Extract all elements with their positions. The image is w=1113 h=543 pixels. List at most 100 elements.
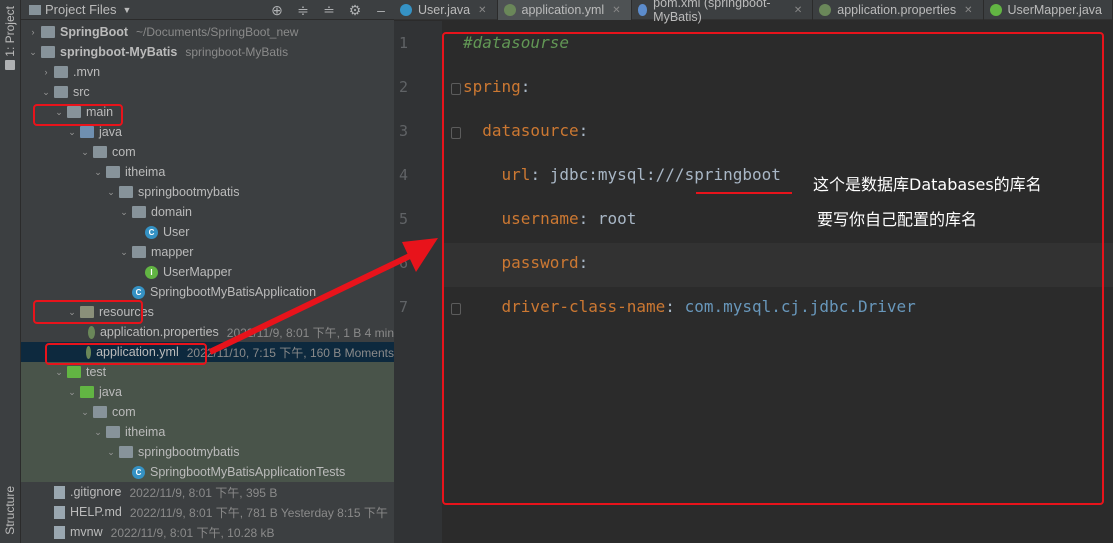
tree-item-label: mvnw	[70, 525, 103, 539]
chevron-icon[interactable]: ⌄	[66, 127, 78, 138]
highlight-resources-folder	[33, 300, 143, 324]
tree-item-label: itheima	[125, 165, 166, 179]
structure-tool-button[interactable]: Structure	[3, 486, 17, 535]
chevron-icon[interactable]: ⌄	[118, 207, 130, 218]
folder-icon	[132, 246, 146, 258]
file-icon	[54, 525, 65, 539]
tab-label: application.yml	[521, 3, 605, 17]
folder-icon	[106, 426, 120, 438]
editor-tab[interactable]: application.properties ✕	[813, 0, 984, 20]
editor-tabs: User.java ✕ application.yml ✕ pom.xml (sprin…	[394, 0, 1113, 24]
chevron-icon[interactable]: ⌄	[118, 247, 130, 258]
tree-item[interactable]: ⌄ test	[21, 362, 394, 382]
folder-icon	[119, 446, 133, 458]
tree-item-label: .mvn	[73, 65, 101, 79]
folder-icon	[80, 126, 94, 138]
line-gutter	[394, 21, 442, 543]
tree-item[interactable]: C SpringbootMyBatisApplicationTests	[21, 462, 394, 482]
close-icon[interactable]: ✕	[478, 5, 486, 16]
tree-item[interactable]: ⌄ springboot-MyBatis springboot-MyBatis	[21, 42, 394, 62]
tree-item-label: UserMapper	[163, 265, 232, 279]
line-number: 5	[398, 210, 408, 228]
expand-all-icon[interactable]: ≐	[316, 2, 342, 19]
tree-item[interactable]: ⌄ src	[21, 82, 394, 102]
chevron-icon[interactable]: ⌄	[66, 387, 78, 398]
tree-item[interactable]: › .mvn	[21, 62, 394, 82]
chevron-icon[interactable]: ⌄	[53, 367, 65, 378]
spring-leaf-icon	[87, 325, 95, 339]
project-view-selector[interactable]: Project Files	[45, 2, 117, 17]
highlight-main-folder	[33, 104, 123, 126]
tree-item-label: test	[86, 365, 107, 379]
chevron-icon[interactable]: ⌄	[27, 47, 39, 58]
tree-item[interactable]: ⌄ springbootmybatis	[21, 442, 394, 462]
class-icon: C	[145, 225, 158, 239]
project-icon	[5, 60, 15, 70]
tree-item-label: HELP.md	[70, 505, 122, 519]
tree-item[interactable]: HELP.md 2022/11/9, 8:01 下午, 781 B Yesterd…	[21, 502, 394, 522]
editor-tab[interactable]: pom.xml (springboot-MyBatis) ✕	[632, 0, 814, 24]
tree-item[interactable]: ⌄ java	[21, 382, 394, 402]
line-number: 1	[398, 34, 408, 52]
editor-tab[interactable]: UserMapper.java	[984, 0, 1113, 20]
tree-item[interactable]: I UserMapper	[21, 262, 394, 282]
tree-item-label: mapper	[151, 245, 194, 259]
tree-item-meta: ~/Documents/SpringBoot_new	[136, 25, 299, 39]
project-panel-header: Project Files ▼ ⊕ ≑ ≐ ⚙ –	[21, 0, 394, 20]
tree-item-label: SpringbootMyBatisApplication	[150, 285, 317, 299]
maven-icon	[637, 4, 648, 16]
minimize-icon[interactable]: –	[368, 2, 394, 18]
interface-icon	[989, 4, 1002, 16]
close-icon[interactable]: ✕	[612, 5, 620, 16]
tab-label: application.properties	[837, 3, 957, 17]
close-icon[interactable]: ✕	[794, 5, 802, 16]
chevron-icon[interactable]: ›	[40, 67, 52, 77]
chevron-icon[interactable]: ⌄	[105, 447, 117, 458]
tab-label: UserMapper.java	[1007, 3, 1103, 17]
tree-item[interactable]: ⌄ mapper	[21, 242, 394, 262]
tree-item[interactable]: C User	[21, 222, 394, 242]
chevron-icon[interactable]: ⌄	[92, 427, 104, 438]
tree-item[interactable]: › SpringBoot ~/Documents/SpringBoot_new	[21, 22, 394, 42]
chevron-icon[interactable]: ⌄	[92, 167, 104, 178]
tree-item[interactable]: ⌄ com	[21, 402, 394, 422]
editor-tab[interactable]: User.java ✕	[394, 0, 498, 20]
tree-item-meta: 2022/11/9, 8:01 下午, 781 B Yesterday 8:15…	[129, 505, 388, 520]
chevron-icon[interactable]: ⌄	[79, 407, 91, 418]
tree-item[interactable]: ⌄ com	[21, 142, 394, 162]
editor-tab[interactable]: application.yml ✕	[497, 0, 632, 20]
tree-item-meta: 2022/11/9, 8:01 下午, 1 B 4 min	[226, 325, 394, 340]
collapse-all-icon[interactable]: ≑	[290, 2, 316, 19]
folder-icon	[93, 146, 107, 158]
tree-item-label: java	[99, 385, 122, 399]
tree-item[interactable]: ⌄ itheima	[21, 422, 394, 442]
tree-item-meta: 2022/11/9, 8:01 下午, 10.28 kB	[110, 525, 275, 540]
folder-icon	[41, 26, 55, 38]
chevron-icon[interactable]: ›	[27, 27, 39, 37]
folder-icon	[54, 66, 68, 78]
chevron-down-icon[interactable]: ▼	[123, 5, 132, 15]
annotation-line-1: 这个是数据库Databases的库名	[813, 175, 1042, 194]
close-icon[interactable]: ✕	[964, 5, 972, 16]
tree-item[interactable]: ⌄ itheima	[21, 162, 394, 182]
line-number: 3	[398, 122, 408, 140]
chevron-icon[interactable]: ⌄	[40, 87, 52, 98]
locate-target-icon[interactable]: ⊕	[264, 2, 290, 19]
tree-item-label: User	[163, 225, 190, 239]
tree-item[interactable]: ⌄ springbootmybatis	[21, 182, 394, 202]
spring-leaf-icon	[503, 4, 516, 16]
chevron-icon[interactable]: ⌄	[105, 187, 117, 198]
tree-item-label: .gitignore	[70, 485, 122, 499]
tree-item[interactable]: C SpringbootMyBatisApplication	[21, 282, 394, 302]
project-tool-button[interactable]: 1: Project	[3, 6, 17, 57]
gear-icon[interactable]: ⚙	[342, 2, 368, 19]
tree-item[interactable]: application.properties 2022/11/9, 8:01 下午…	[21, 322, 394, 342]
tree-item-label: springboot-MyBatis	[60, 45, 178, 59]
tree-item[interactable]: .gitignore 2022/11/9, 8:01 下午, 395 B	[21, 482, 394, 502]
underline-database-name	[696, 192, 792, 194]
chevron-icon[interactable]: ⌄	[79, 147, 91, 158]
folder-icon	[93, 406, 107, 418]
tree-item[interactable]: ⌄ domain	[21, 202, 394, 222]
tree-item[interactable]: mvnw 2022/11/9, 8:01 下午, 10.28 kB	[21, 522, 394, 542]
folder-icon	[41, 46, 55, 58]
